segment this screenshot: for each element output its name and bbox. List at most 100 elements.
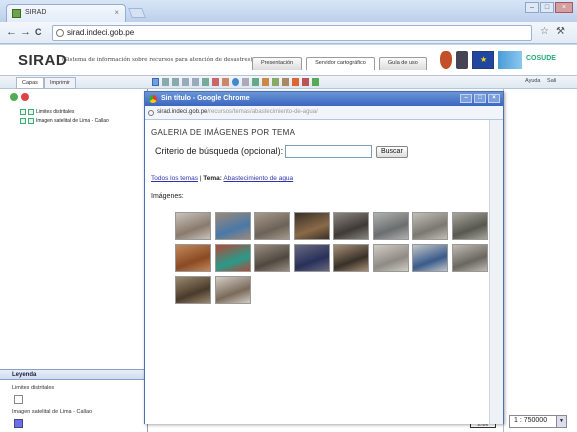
popup-minimize-button[interactable]: –	[460, 94, 472, 103]
scale-select[interactable]: 1 : 750000 ▼	[509, 415, 567, 428]
search-input[interactable]	[285, 145, 372, 158]
exit-link[interactable]: Sali	[547, 78, 556, 84]
sirad-favicon-icon	[12, 9, 21, 18]
gallery-thumbnail[interactable]	[293, 244, 330, 272]
wrench-menu-icon[interactable]: ⚒	[556, 26, 565, 37]
tab-capas[interactable]: Capas	[16, 77, 44, 89]
pan-tool-icon[interactable]	[152, 78, 159, 86]
reload-button[interactable]: C	[35, 27, 42, 37]
layer-checkbox[interactable]	[20, 118, 26, 124]
app-brand: SIRAD	[18, 52, 68, 69]
tab-guia-de-uso[interactable]: Guía de uso	[378, 57, 427, 70]
gallery-thumbnail[interactable]	[451, 212, 488, 240]
header-tabs: Presentación Servidor cartográfico Guía …	[252, 57, 427, 70]
gallery-thumbnail[interactable]	[372, 212, 409, 240]
measure-tool-icon[interactable]	[212, 78, 219, 86]
minimize-button[interactable]: –	[525, 2, 539, 13]
layer-label: Imagen satelital de Lima - Callao	[36, 118, 109, 124]
previous-view-icon[interactable]	[182, 78, 189, 86]
gallery-thumbnail[interactable]	[333, 244, 369, 272]
maximize-button[interactable]: □	[540, 2, 554, 13]
popup-window-controls: – □ ×	[460, 94, 500, 103]
gallery-thumbnail[interactable]	[214, 276, 251, 304]
gallery-thumbnail[interactable]	[412, 212, 448, 240]
layer-tool-icon[interactable]	[252, 78, 259, 86]
export-tool-icon[interactable]	[262, 78, 269, 86]
zoom-out-tool-icon[interactable]	[172, 78, 179, 86]
gallery-tool-icon[interactable]	[312, 78, 319, 86]
forward-button[interactable]: →	[20, 26, 31, 38]
images-label: Imágenes:	[151, 193, 184, 200]
scale-value: 1 : 750000	[514, 417, 548, 424]
gallery-thumbnail[interactable]	[175, 276, 211, 304]
popup-close-button[interactable]: ×	[488, 94, 500, 103]
back-button[interactable]: ←	[6, 26, 17, 38]
browser-tab-title: SIRAD	[25, 9, 47, 16]
add-layer-icon[interactable]	[10, 93, 18, 101]
legend-label: Imagen satelital de Lima - Callao	[12, 409, 93, 415]
select-tool-icon[interactable]	[242, 78, 249, 86]
map-tools	[152, 78, 319, 86]
layer-checkbox[interactable]	[28, 109, 34, 115]
bookmark-star-icon[interactable]: ☆	[540, 26, 549, 37]
legend-swatch	[14, 419, 23, 428]
gallery-thumbnail[interactable]	[451, 244, 488, 272]
identify-tool-icon[interactable]	[222, 78, 229, 86]
browser-tab[interactable]: SIRAD ×	[6, 4, 126, 22]
gallery-thumbnail[interactable]	[412, 244, 448, 272]
all-topics-link[interactable]: Todos los temas	[151, 175, 198, 182]
popup-titlebar[interactable]: Sin título - Google Chrome – □ ×	[145, 92, 503, 106]
new-tab-button[interactable]	[128, 8, 146, 18]
alert-tool-icon[interactable]	[292, 78, 299, 86]
close-window-button[interactable]: ×	[555, 2, 573, 13]
layer-label: Limites distritales	[36, 109, 75, 115]
topic-label: Tema:	[203, 175, 222, 182]
window-controls: – □ ×	[525, 2, 573, 13]
app-header: SIRAD (Sistema de información sobre recu…	[0, 45, 577, 75]
legend-header[interactable]: Leyenda	[0, 369, 148, 380]
popup-scrollbar[interactable]	[489, 120, 503, 424]
topic-link[interactable]: Abastecimiento de agua	[223, 175, 293, 182]
gallery-thumbnail[interactable]	[175, 212, 211, 240]
query-tool-icon[interactable]	[272, 78, 279, 86]
gallery-thumbnail[interactable]	[254, 212, 290, 240]
tab-imprimir[interactable]: Imprimir	[44, 77, 76, 89]
indeci-logo-icon	[440, 51, 452, 69]
search-criteria-label: Criterio de búsqueda (opcional):	[155, 146, 284, 156]
gallery-popup-window: Sin título - Google Chrome – □ × sirad.i…	[144, 91, 504, 424]
layer-item[interactable]: Limites distritales	[20, 109, 74, 115]
layer-checkbox[interactable]	[28, 118, 34, 124]
tab-strip: SIRAD × – □ ×	[0, 0, 577, 22]
chevron-down-icon[interactable]: ▼	[556, 416, 566, 427]
remove-layer-icon[interactable]	[21, 93, 29, 101]
layer-item[interactable]: Imagen satelital de Lima - Callao	[20, 118, 109, 124]
gallery-thumbnail[interactable]	[175, 244, 211, 272]
next-view-icon[interactable]	[192, 78, 199, 86]
gallery-thumbnail[interactable]	[333, 212, 369, 240]
gallery-thumbnail[interactable]	[293, 212, 330, 240]
full-extent-icon[interactable]	[202, 78, 209, 86]
help-label: Ayuda	[525, 78, 541, 84]
chrome-icon	[149, 95, 157, 103]
print-tool-icon[interactable]	[302, 78, 309, 86]
tab-presentacion[interactable]: Presentación	[252, 57, 303, 70]
edit-tool-icon[interactable]	[282, 78, 289, 86]
zoom-in-tool-icon[interactable]	[162, 78, 169, 86]
legend-swatch	[14, 395, 23, 404]
layer-checkbox[interactable]	[20, 109, 26, 115]
popup-title: Sin título - Google Chrome	[161, 95, 250, 102]
tab-close-icon[interactable]: ×	[114, 8, 119, 17]
search-button[interactable]: Buscar	[376, 146, 408, 158]
gallery-thumbnail[interactable]	[254, 244, 290, 272]
popup-maximize-button[interactable]: □	[474, 94, 486, 103]
address-bar[interactable]: sirad.indeci.gob.pe	[52, 25, 532, 41]
partner-logos: COSUDE	[440, 51, 566, 69]
info-tool-icon[interactable]	[232, 78, 239, 86]
tab-servidor-cartografico[interactable]: Servidor cartográfico	[306, 57, 375, 70]
app-subtitle: (Sistema de información sobre recursos p…	[62, 57, 253, 63]
help-link[interactable]: Ayuda Sali	[525, 78, 556, 84]
government-crest-icon	[456, 51, 468, 69]
gallery-thumbnail[interactable]	[214, 244, 251, 272]
gallery-thumbnail[interactable]	[372, 244, 409, 272]
gallery-thumbnail[interactable]	[214, 212, 251, 240]
